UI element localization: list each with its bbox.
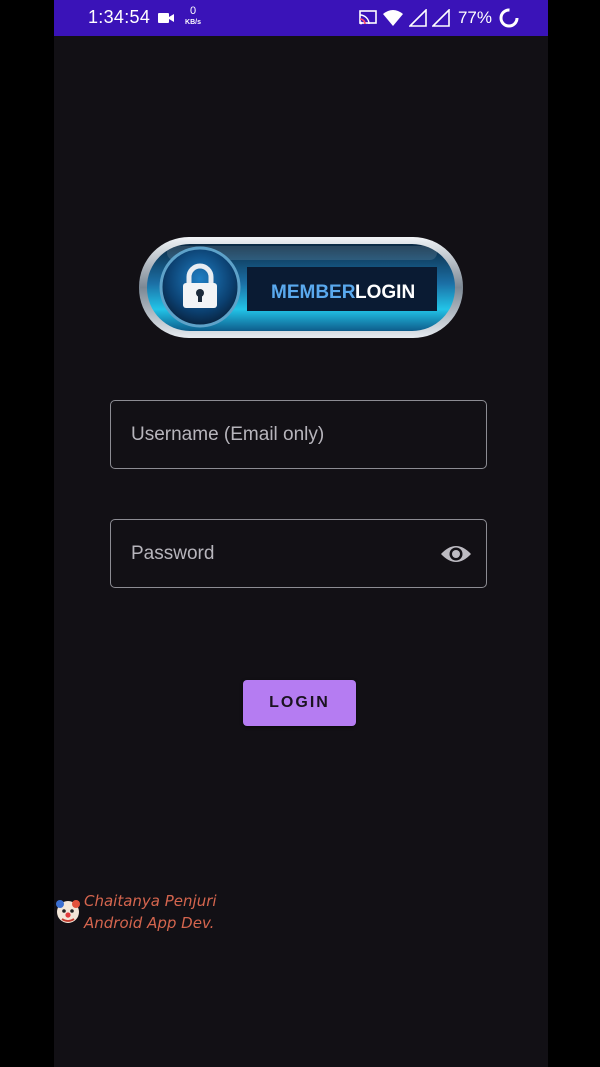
- username-placeholder: Username (Email only): [131, 424, 325, 445]
- password-field[interactable]: Password: [110, 519, 487, 588]
- status-bar: 1:34:54 0 KB/s 77%: [54, 0, 548, 36]
- net-speed-unit: KB/s: [185, 19, 201, 26]
- clown-avatar-icon: [56, 900, 80, 923]
- phone-screen: 1:34:54 0 KB/s 77% MEMBER LOGIN Username…: [54, 0, 548, 1067]
- net-speed-value: 0: [189, 5, 197, 17]
- eye-icon[interactable]: [440, 542, 472, 566]
- watermark-role: Android App Dev.: [84, 914, 215, 932]
- password-placeholder: Password: [131, 543, 215, 564]
- cast-icon: [359, 10, 377, 25]
- signal-icon: [408, 9, 427, 27]
- login-button[interactable]: LOGIN: [243, 680, 356, 726]
- developer-watermark: Chaitanya Penjuri Android App Dev.: [54, 892, 254, 936]
- wifi-icon: [382, 10, 403, 26]
- signal-icon-2: [431, 9, 450, 27]
- status-icons: 77%: [354, 6, 520, 30]
- logo-login-text: LOGIN: [355, 282, 415, 303]
- battery-percent: 77%: [457, 8, 492, 27]
- watermark-name: Chaitanya Penjuri: [84, 892, 217, 910]
- battery-loading-icon: [499, 8, 519, 28]
- logo-member-text: MEMBER: [271, 282, 356, 303]
- username-field[interactable]: Username (Email only): [110, 400, 487, 469]
- status-time: 1:34:54: [88, 7, 151, 27]
- net-speed: 0 KB/s: [182, 5, 204, 27]
- member-login-logo: MEMBER LOGIN: [139, 237, 463, 338]
- video-camera-icon: [158, 13, 174, 23]
